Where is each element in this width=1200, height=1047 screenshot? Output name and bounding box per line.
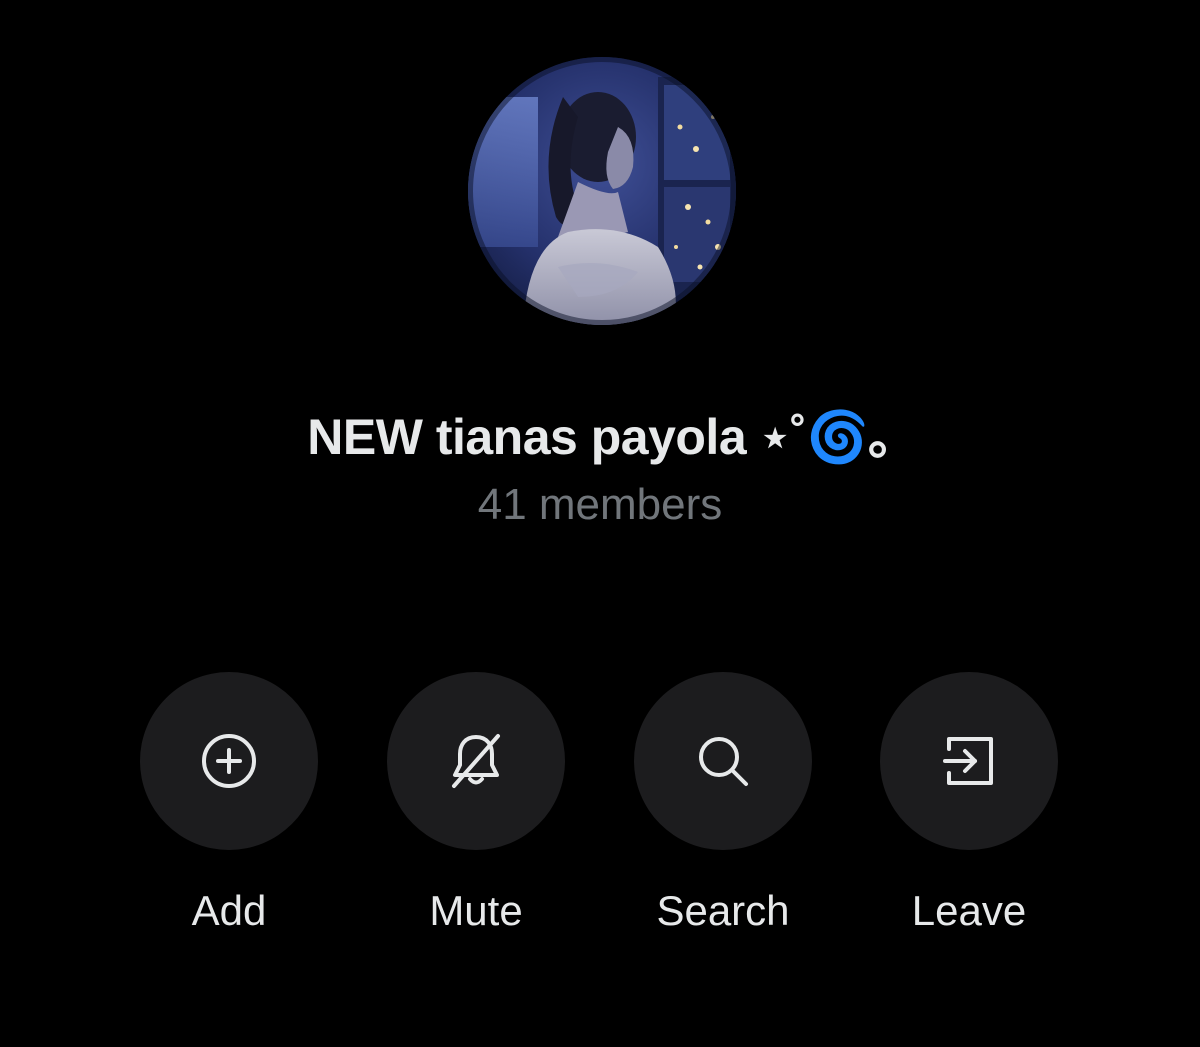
group-info-screen: NEW tianas payola ⋆˚🌀｡ 41 members Add Mu… (0, 0, 1200, 1047)
leave-button[interactable]: Leave (880, 672, 1058, 962)
search-button[interactable]: Search (634, 672, 812, 962)
leave-icon (943, 737, 993, 785)
bell-slash-icon (452, 734, 500, 788)
search-icon (699, 737, 748, 786)
group-name: NEW tianas payola ⋆˚🌀｡ (307, 409, 893, 465)
mute-button[interactable]: Mute (387, 672, 565, 962)
avatar-image (468, 57, 736, 325)
leave-label: Leave (911, 887, 1027, 934)
add-button-circle[interactable] (140, 672, 318, 850)
leave-button-circle[interactable] (880, 672, 1058, 850)
group-avatar[interactable] (468, 57, 736, 325)
mute-label: Mute (429, 887, 523, 934)
add-label: Add (191, 887, 267, 934)
search-label: Search (656, 887, 790, 934)
search-button-circle[interactable] (634, 672, 812, 850)
member-count[interactable]: 41 members (0, 480, 1200, 530)
mute-button-circle[interactable] (387, 672, 565, 850)
add-circle-icon (202, 734, 256, 788)
add-button[interactable]: Add (140, 672, 318, 962)
